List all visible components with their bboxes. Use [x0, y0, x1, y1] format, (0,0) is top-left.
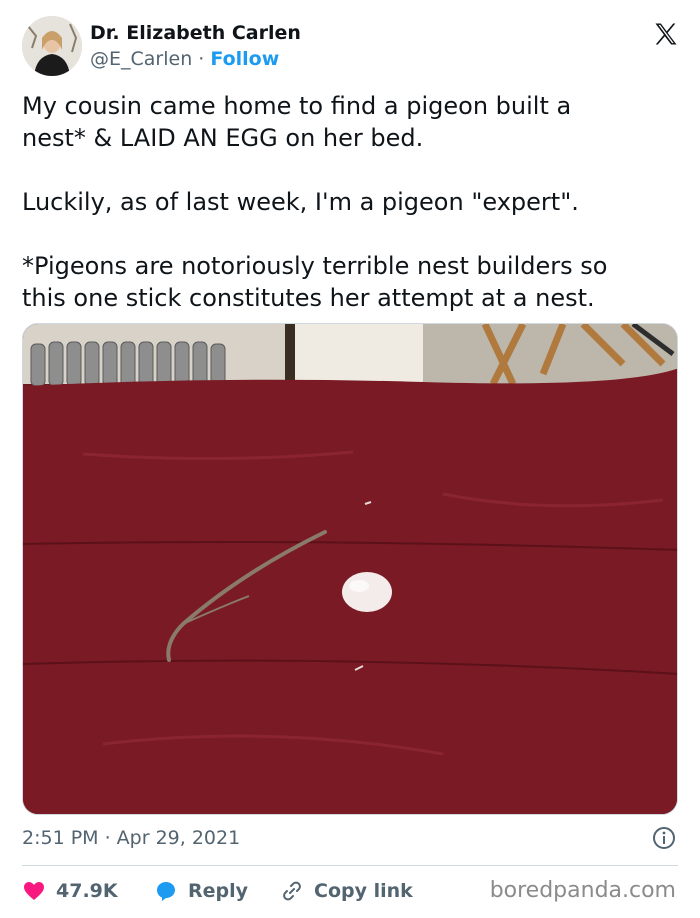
heart-icon [24, 882, 44, 900]
follow-link[interactable]: Follow [210, 48, 279, 70]
x-logo-icon[interactable] [652, 20, 680, 48]
tweet-photo[interactable] [22, 323, 678, 815]
like-count: 47.9K [56, 880, 118, 902]
author-name[interactable]: Dr. Elizabeth Carlen [90, 22, 301, 44]
tweet-header: Dr. Elizabeth Carlen @E_Carlen · Follow [22, 16, 682, 78]
link-icon [283, 881, 301, 901]
reply-button[interactable]: Reply [154, 876, 248, 906]
timestamp[interactable]: 2:51 PM · Apr 29, 2021 [22, 827, 240, 849]
like-button[interactable]: 47.9K [22, 876, 118, 906]
tweet-card: Dr. Elizabeth Carlen @E_Carlen · Follow … [0, 0, 700, 918]
divider [22, 865, 678, 866]
avatar[interactable] [22, 16, 82, 76]
tweet-meta: 2:51 PM · Apr 29, 2021 [22, 824, 678, 856]
author-handle-row: @E_Carlen · Follow [90, 48, 279, 70]
watermark: boredpanda.com [489, 878, 676, 903]
tweet-text: My cousin came home to find a pigeon bui… [22, 92, 608, 312]
separator-dot: · [198, 48, 205, 70]
author-handle[interactable]: @E_Carlen [90, 48, 192, 70]
copy-link-button[interactable]: Copy link [280, 876, 413, 906]
reply-label: Reply [188, 880, 249, 902]
reply-bubble-icon [157, 882, 175, 901]
info-icon[interactable] [652, 826, 676, 850]
action-bar: 47.9K Reply Copy link boredpanda.com [22, 876, 682, 908]
copy-link-label: Copy link [314, 880, 413, 902]
